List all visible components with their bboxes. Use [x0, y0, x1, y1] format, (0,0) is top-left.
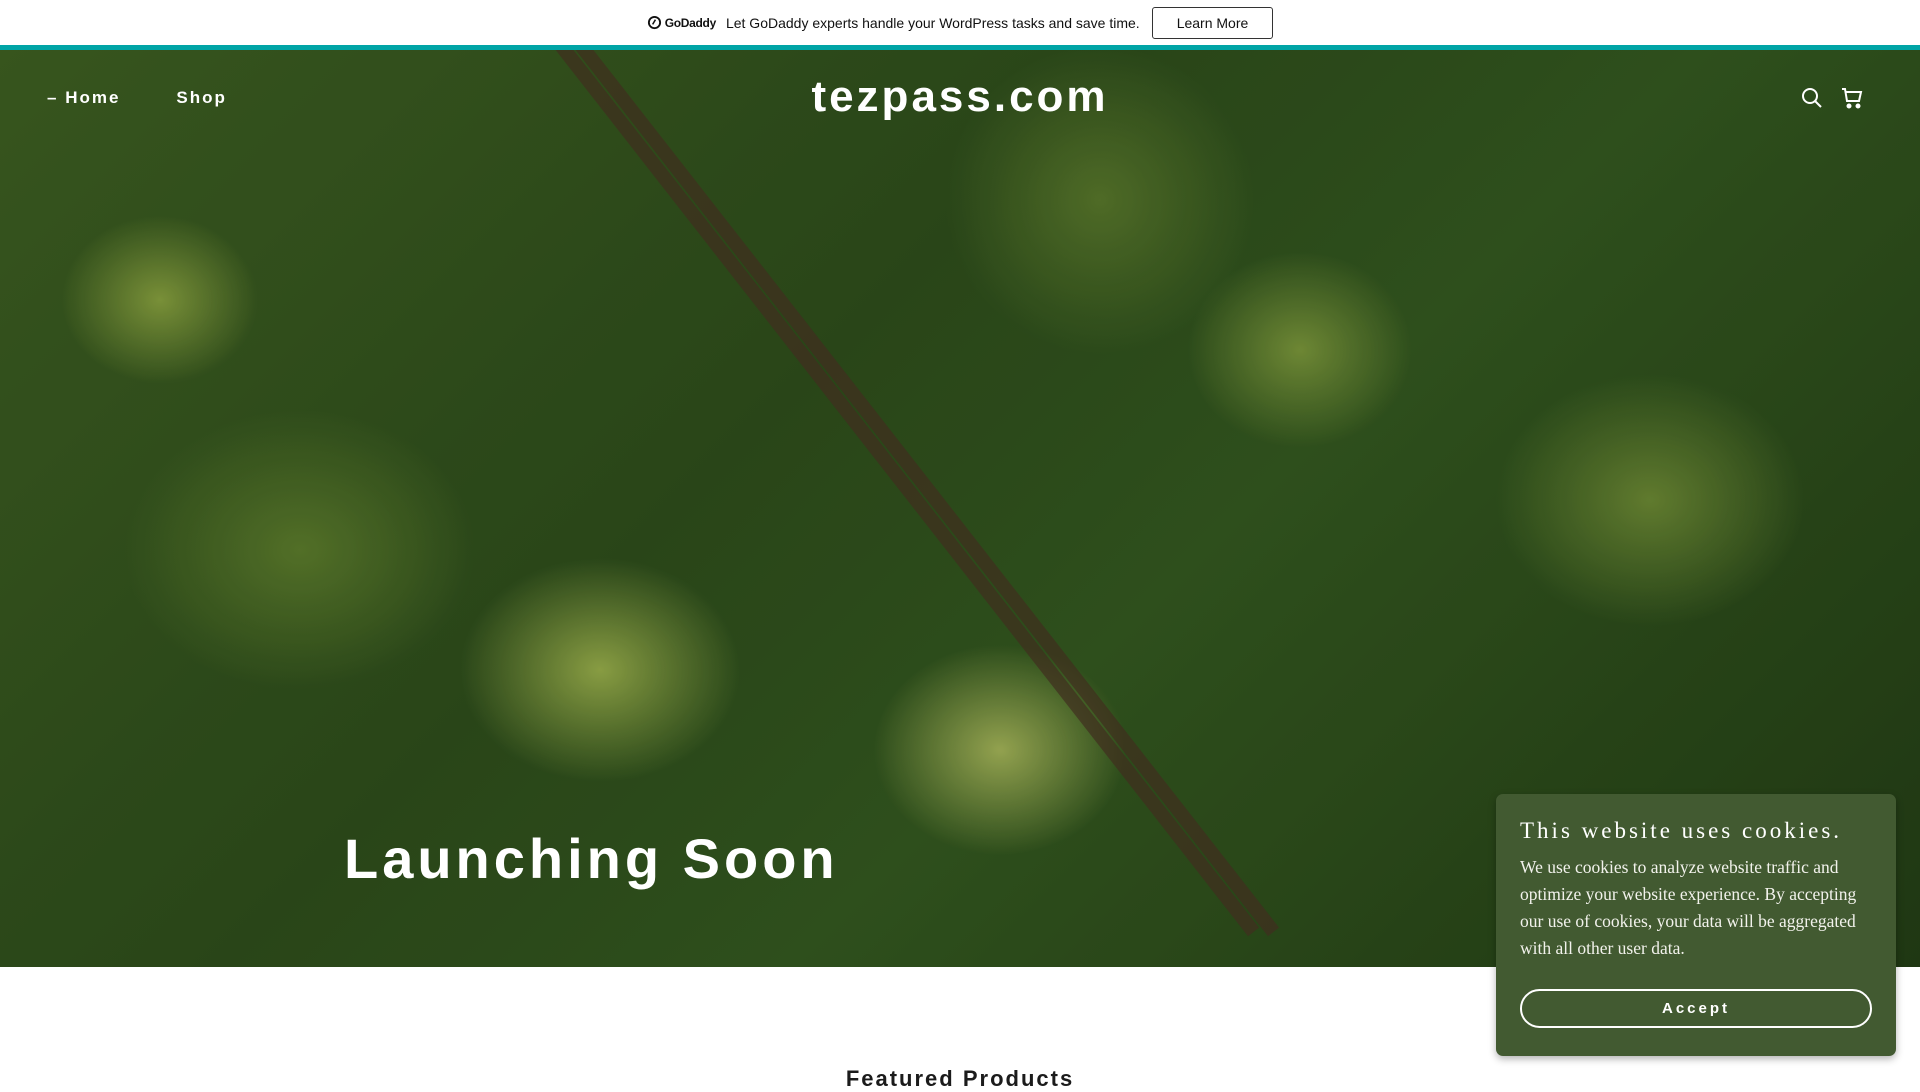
godaddy-logo-text: GoDaddy	[664, 15, 717, 30]
site-title[interactable]: tezpass.com	[0, 72, 1920, 122]
godaddy-icon	[647, 15, 661, 30]
header-actions	[1800, 86, 1864, 115]
hero-heading: Launching Soon	[344, 827, 839, 890]
learn-more-button[interactable]: Learn More	[1151, 6, 1274, 39]
banner-message: Let GoDaddy experts handle your WordPres…	[725, 14, 1140, 31]
featured-products-heading: Featured Products	[845, 1066, 1075, 1091]
search-icon[interactable]	[1800, 86, 1824, 115]
godaddy-logo: GoDaddy	[647, 15, 716, 30]
accept-cookies-button[interactable]: Accept	[1520, 989, 1872, 1028]
promo-banner: GoDaddy Let GoDaddy experts handle your …	[0, 0, 1920, 45]
cart-icon[interactable]	[1840, 86, 1864, 115]
cookie-banner: This website uses cookies. We use cookie…	[1496, 794, 1896, 1056]
cookie-title: This website uses cookies.	[1520, 818, 1843, 843]
cookie-text: We use cookies to analyze website traffi…	[1520, 857, 1857, 958]
